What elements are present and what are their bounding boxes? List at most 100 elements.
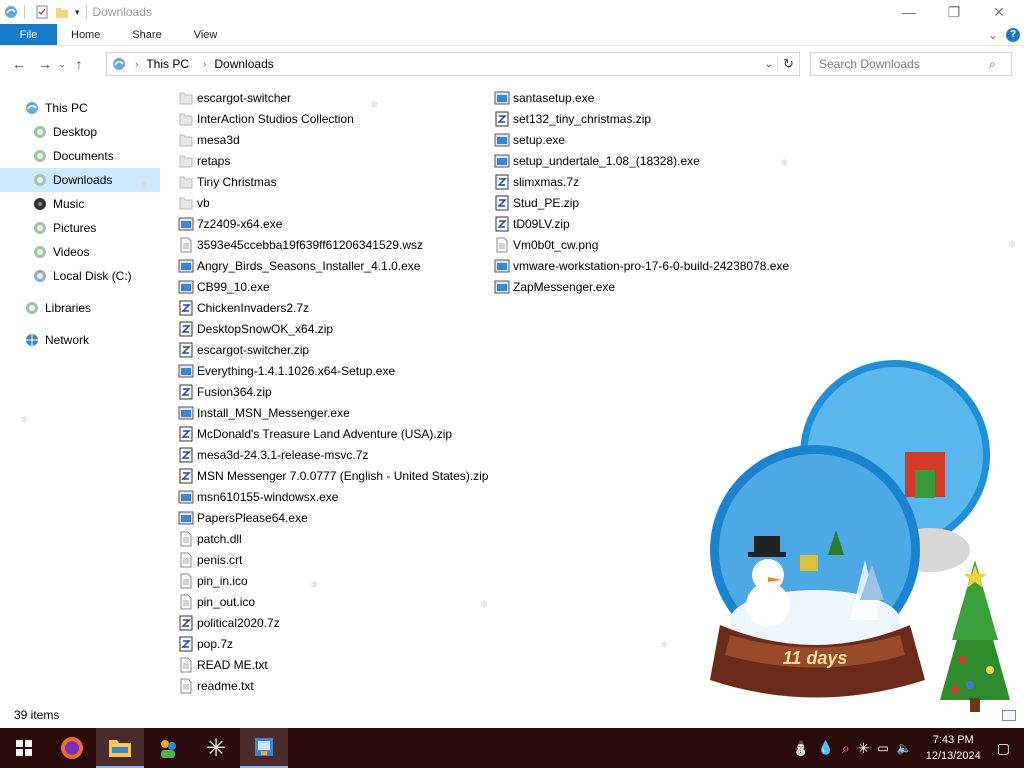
firefox-icon: [61, 737, 83, 759]
close-button[interactable]: ✕: [976, 0, 1022, 24]
document-icon: [178, 237, 194, 253]
file-item[interactable]: escargot-switcher.zip: [178, 339, 488, 360]
file-item[interactable]: pop.7z: [178, 633, 488, 654]
file-item[interactable]: pin_out.ico: [178, 591, 488, 612]
start-button[interactable]: [0, 728, 48, 768]
file-name: mesa3d: [197, 132, 240, 147]
folder-item[interactable]: vb: [178, 192, 488, 213]
file-item[interactable]: PapersPlease64.exe: [178, 507, 488, 528]
file-list-column-2: santasetup.exe set132_tiny_christmas.zip s…: [494, 87, 789, 297]
help-icon[interactable]: ?: [1006, 28, 1020, 42]
properties-icon[interactable]: [35, 5, 49, 19]
minimize-button[interactable]: —: [886, 0, 932, 24]
search-box[interactable]: ⌕: [810, 52, 1012, 76]
taskbar-app[interactable]: [240, 728, 288, 768]
folder-item[interactable]: InterAction Studios Collection: [178, 108, 488, 129]
nav-item-label: This PC: [45, 101, 88, 115]
taskbar-file-explorer[interactable]: [96, 728, 144, 768]
file-item[interactable]: set132_tiny_christmas.zip: [494, 108, 789, 129]
recent-locations-icon[interactable]: ⌄: [56, 59, 68, 70]
quick-access-dropdown-icon[interactable]: ▾: [75, 7, 80, 18]
file-name: setup_undertale_1.08_(18328).exe: [513, 153, 700, 168]
tab-file[interactable]: File: [0, 24, 57, 45]
explorer-icon[interactable]: [4, 5, 18, 19]
folder-item[interactable]: retaps: [178, 150, 488, 171]
search-input[interactable]: [819, 57, 989, 71]
snowflake-icon: ❄: [480, 600, 489, 611]
file-item[interactable]: santasetup.exe: [494, 87, 789, 108]
file-item[interactable]: msn610155-windowsx.exe: [178, 486, 488, 507]
file-item[interactable]: tD09LV.zip: [494, 213, 789, 234]
up-arrow-icon[interactable]: ↑: [68, 56, 90, 72]
tray-snowflake-icon[interactable]: ✳: [858, 740, 870, 757]
notifications-icon[interactable]: ▢: [997, 740, 1010, 757]
tray-search-icon[interactable]: ⌕: [842, 740, 850, 757]
nav-item-music[interactable]: Music: [0, 192, 160, 216]
file-item[interactable]: CB99_10.exe: [178, 276, 488, 297]
address-bar[interactable]: › This PC › Downloads ⌄ ↻: [106, 52, 800, 76]
volume-icon[interactable]: 🔈: [897, 741, 912, 755]
file-item[interactable]: 7z2409-x64.exe: [178, 213, 488, 234]
taskbar-firefox[interactable]: [48, 728, 96, 768]
breadcrumb-this-pc[interactable]: This PC: [146, 57, 189, 71]
clock[interactable]: 7:43 PM 12/13/2024: [926, 732, 981, 764]
nav-item-desktop[interactable]: Desktop: [0, 120, 160, 144]
file-item[interactable]: READ ME.txt: [178, 654, 488, 675]
archive-icon: [494, 174, 510, 190]
nav-item-this-pc[interactable]: This PC: [0, 96, 160, 120]
file-item[interactable]: Fusion364.zip: [178, 381, 488, 402]
folder-item[interactable]: escargot-switcher: [178, 87, 488, 108]
taskbar-snowflake-app[interactable]: ✳: [192, 728, 240, 768]
nav-item-libraries[interactable]: Libraries: [0, 296, 160, 320]
folder-item[interactable]: mesa3d: [178, 129, 488, 150]
tray-app-icon[interactable]: ⛄: [792, 740, 809, 757]
nav-item-pictures[interactable]: Pictures: [0, 216, 160, 240]
close-icon: ✕: [993, 3, 1005, 20]
nav-item-local-disk[interactable]: Local Disk (C:): [0, 264, 160, 288]
application-icon: [178, 363, 194, 379]
tab-share[interactable]: Share: [116, 24, 177, 45]
nav-item-network[interactable]: Network: [0, 328, 160, 352]
file-item[interactable]: Angry_Birds_Seasons_Installer_4.1.0.exe: [178, 255, 488, 276]
file-item[interactable]: McDonald's Treasure Land Adventure (USA)…: [178, 423, 488, 444]
file-item[interactable]: 3593e45ccebba19f639ff61206341529.wsz: [178, 234, 488, 255]
new-folder-icon[interactable]: [55, 5, 69, 19]
refresh-icon[interactable]: ↻: [777, 56, 799, 72]
clock-time: 7:43 PM: [932, 734, 974, 746]
file-item[interactable]: political2020.7z: [178, 612, 488, 633]
file-item[interactable]: ZapMessenger.exe: [494, 276, 789, 297]
file-item[interactable]: setup.exe: [494, 129, 789, 150]
address-dropdown-icon[interactable]: ⌄: [761, 59, 777, 70]
folder-item[interactable]: Tiny Christmas: [178, 171, 488, 192]
file-item[interactable]: pin_in.ico: [178, 570, 488, 591]
breadcrumb-downloads[interactable]: Downloads: [214, 57, 273, 71]
file-item[interactable]: Everything-1.4.1.1026.x64-Setup.exe: [178, 360, 488, 381]
file-item[interactable]: patch.dll: [178, 528, 488, 549]
search-icon[interactable]: ⌕: [989, 57, 996, 72]
file-item[interactable]: Stud_PE.zip: [494, 192, 789, 213]
file-item[interactable]: Vm0b0t_cw.png: [494, 234, 789, 255]
tab-home[interactable]: Home: [57, 24, 116, 45]
expand-ribbon-icon[interactable]: ⌄: [988, 28, 998, 42]
file-item[interactable]: DesktopSnowOK_x64.zip: [178, 318, 488, 339]
taskbar-people[interactable]: [144, 728, 192, 768]
file-item[interactable]: Install_MSN_Messenger.exe: [178, 402, 488, 423]
tray-droplet-icon[interactable]: 💧: [818, 740, 834, 756]
nav-item-videos[interactable]: Videos: [0, 240, 160, 264]
file-item[interactable]: setup_undertale_1.08_(18328).exe: [494, 150, 789, 171]
file-name: slimxmas.7z: [513, 174, 580, 189]
file-item[interactable]: penis.crt: [178, 549, 488, 570]
file-item[interactable]: slimxmas.7z: [494, 171, 789, 192]
nav-item-downloads[interactable]: Downloads: [0, 168, 160, 192]
nav-item-documents[interactable]: Documents: [0, 144, 160, 168]
network-icon[interactable]: ▭: [877, 741, 888, 755]
file-item[interactable]: ChickenInvaders2.7z: [178, 297, 488, 318]
forward-arrow-icon[interactable]: →: [34, 56, 56, 72]
file-item[interactable]: readme.txt: [178, 675, 488, 696]
maximize-button[interactable]: ❐: [931, 0, 977, 24]
file-item[interactable]: vmware-workstation-pro-17-6-0-build-2423…: [494, 255, 789, 276]
tab-view[interactable]: View: [178, 24, 234, 45]
back-arrow-icon[interactable]: ←: [8, 56, 30, 72]
file-item[interactable]: mesa3d-24.3.1-release-msvc.7z: [178, 444, 488, 465]
file-item[interactable]: MSN Messenger 7.0.0777 (English - United…: [178, 465, 488, 486]
